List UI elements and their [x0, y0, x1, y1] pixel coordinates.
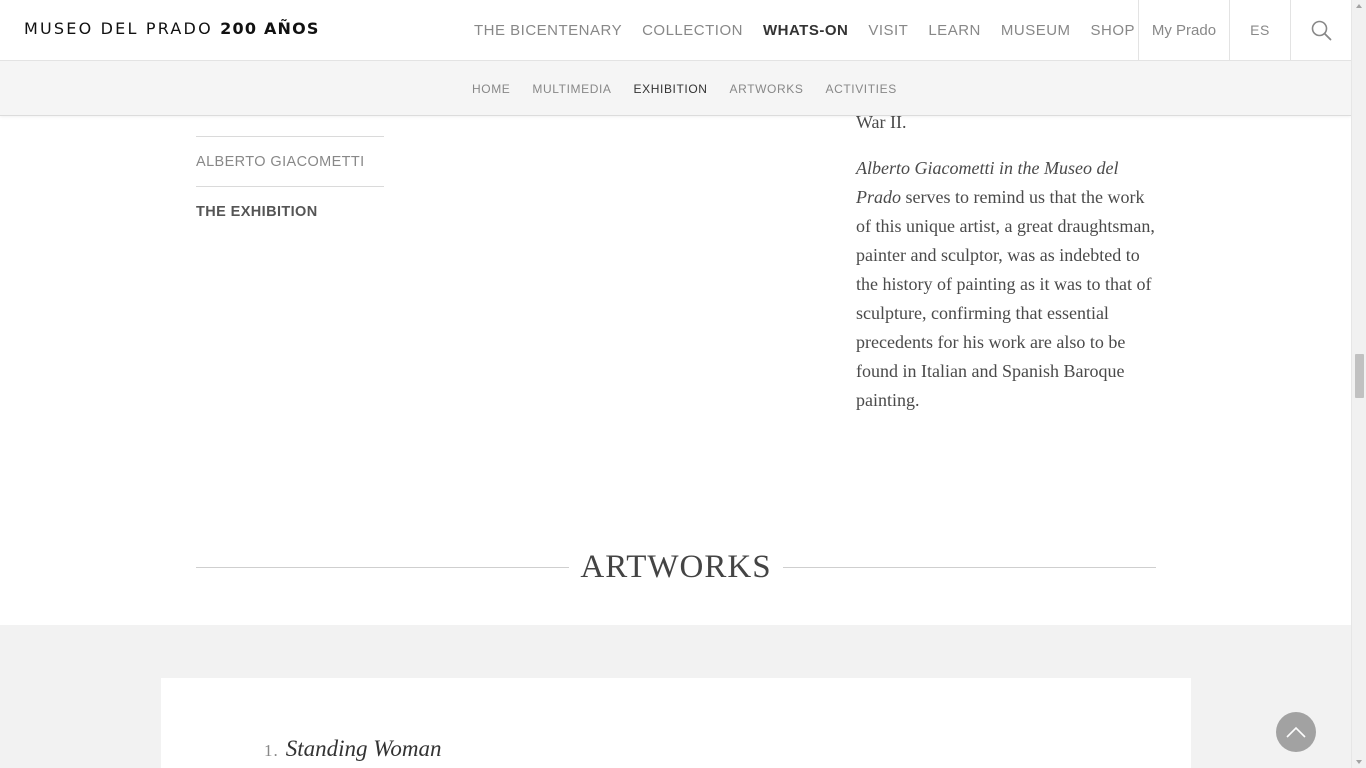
- main-nav: THE BICENTENARY COLLECTION WHATS-ON VISI…: [464, 0, 1145, 60]
- nav-item-learn[interactable]: LEARN: [928, 22, 981, 39]
- subnav-item-exhibition[interactable]: EXHIBITION: [634, 82, 708, 96]
- subnav-item-multimedia[interactable]: MULTIMEDIA: [532, 82, 611, 96]
- subnav-item-artworks[interactable]: ARTWORKS: [730, 82, 804, 96]
- back-to-top-button[interactable]: [1276, 712, 1316, 752]
- subnav-item-activities[interactable]: ACTIVITIES: [825, 82, 896, 96]
- nav-item-shop[interactable]: SHOP: [1091, 22, 1136, 39]
- language-switch[interactable]: ES: [1230, 0, 1290, 60]
- site-header: MUSEO DEL PRADO 200 AÑOS THE BICENTENARY…: [0, 0, 1351, 61]
- paragraph: Alberto Giacometti in the Museo del Prad…: [856, 154, 1161, 415]
- nav-item-whats-on[interactable]: WHATS-ON: [763, 22, 848, 39]
- artwork-name: Standing Woman: [285, 736, 442, 761]
- section-subnav: HOME MULTIMEDIA EXHIBITION ARTWORKS ACTI…: [0, 61, 1351, 116]
- nav-item-collection[interactable]: COLLECTION: [642, 22, 743, 39]
- search-button[interactable]: [1291, 0, 1351, 60]
- nav-item-museum[interactable]: MUSEUM: [1001, 22, 1071, 39]
- paragraph-body: serves to remind us that the work of thi…: [856, 187, 1155, 410]
- page-scrollbar[interactable]: [1351, 0, 1366, 768]
- artworks-heading: ARTWORKS: [580, 549, 772, 585]
- site-logo[interactable]: MUSEO DEL PRADO 200 AÑOS: [24, 19, 320, 38]
- scrollbar-thumb[interactable]: [1355, 354, 1364, 398]
- nav-item-visit[interactable]: VISIT: [868, 22, 908, 39]
- logo-text: MUSEO DEL PRADO: [24, 19, 213, 38]
- nav-item-bicentenary[interactable]: THE BICENTENARY: [474, 22, 622, 39]
- subnav: HOME MULTIMEDIA EXHIBITION ARTWORKS ACTI…: [461, 61, 908, 116]
- sidebar-item-alberto-giacometti[interactable]: ALBERTO GIACOMETTI: [196, 137, 384, 186]
- subnav-item-home[interactable]: HOME: [472, 82, 510, 96]
- logo-strong-text: 200 AÑOS: [220, 19, 320, 38]
- chevron-up-icon: [1286, 726, 1306, 738]
- sidebar-item-the-exhibition[interactable]: THE EXHIBITION: [196, 187, 384, 236]
- my-prado-link[interactable]: My Prado: [1139, 0, 1229, 60]
- artwork-card[interactable]: 1. Standing Woman: [161, 678, 1191, 768]
- search-icon: [1311, 20, 1331, 40]
- artwork-number: 1.: [264, 741, 279, 760]
- artwork-title[interactable]: 1. Standing Woman: [264, 736, 441, 762]
- scroll-down-icon[interactable]: [1356, 760, 1362, 764]
- scroll-up-icon[interactable]: [1356, 4, 1362, 8]
- exhibition-text: War II. Alberto Giacometti in the Museo …: [856, 85, 1161, 432]
- exhibition-sidebar: ALBERTO GIACOMETTI THE EXHIBITION: [196, 116, 384, 236]
- artworks-section-header: ARTWORKS: [196, 545, 1156, 589]
